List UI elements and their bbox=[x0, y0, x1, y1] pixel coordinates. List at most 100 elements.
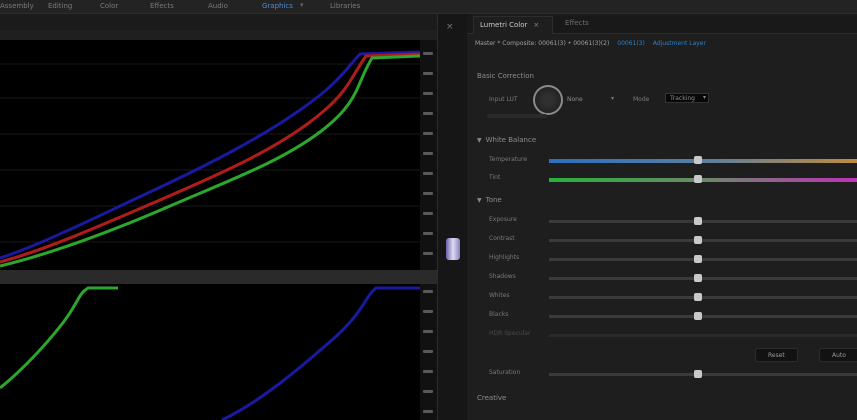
input-lut-value[interactable]: None bbox=[567, 96, 583, 103]
blacks-slider[interactable] bbox=[549, 312, 857, 320]
clip-link-primary[interactable]: 00061(3) bbox=[617, 40, 645, 47]
basic-correction-heading[interactable]: Basic Correction bbox=[477, 72, 534, 80]
clip-link-secondary[interactable]: Adjustment Layer bbox=[653, 40, 706, 47]
temperature-knob[interactable] bbox=[694, 156, 702, 164]
workspace-menu-icon[interactable]: ▾ bbox=[300, 1, 304, 9]
scale-tick bbox=[423, 152, 433, 155]
tab-lumetri-color[interactable]: Lumetri Color × bbox=[473, 16, 553, 34]
white-balance-label: White Balance bbox=[485, 136, 537, 144]
clip-selector[interactable]: Master * Composite: 00061(3) • 00061(3)(… bbox=[475, 40, 857, 52]
highlights-knob[interactable] bbox=[694, 255, 702, 263]
input-lut-label: Input LUT bbox=[489, 96, 518, 103]
panel-close-icon[interactable]: × bbox=[446, 22, 454, 32]
scale-tick bbox=[423, 350, 433, 353]
scale-tick bbox=[423, 310, 433, 313]
tone-label: Tone bbox=[485, 196, 502, 204]
auto-button[interactable]: Auto bbox=[819, 348, 857, 362]
shadows-label: Shadows bbox=[489, 273, 516, 280]
scale-tick bbox=[423, 410, 433, 413]
whites-knob[interactable] bbox=[694, 293, 702, 301]
scale-tick bbox=[423, 232, 433, 235]
tint-knob[interactable] bbox=[694, 175, 702, 183]
saturation-slider[interactable] bbox=[549, 370, 857, 378]
scale-tick bbox=[423, 72, 433, 75]
panel-resize-handle[interactable] bbox=[446, 238, 460, 260]
dropdown-icon[interactable]: ▾ bbox=[611, 95, 614, 102]
scopes-panel bbox=[0, 14, 437, 420]
tone-heading[interactable]: ▼ Tone bbox=[477, 196, 502, 204]
workspace-tab-editing[interactable]: Editing bbox=[48, 2, 72, 10]
scale-tick bbox=[423, 192, 433, 195]
workspace-tab-libraries[interactable]: Libraries bbox=[330, 2, 360, 10]
blacks-knob[interactable] bbox=[694, 312, 702, 320]
scope-divider[interactable] bbox=[0, 270, 437, 284]
white-balance-heading[interactable]: ▼ White Balance bbox=[477, 136, 536, 144]
whites-label: Whites bbox=[489, 292, 510, 299]
highlights-label: Highlights bbox=[489, 254, 520, 261]
scale-tick bbox=[423, 390, 433, 393]
scale-tick bbox=[423, 370, 433, 373]
contrast-label: Contrast bbox=[489, 235, 515, 242]
tab-label: Lumetri Color bbox=[480, 21, 528, 29]
tab-effects[interactable]: Effects bbox=[565, 19, 589, 27]
exposure-slider[interactable] bbox=[549, 217, 857, 225]
scale-tick bbox=[423, 212, 433, 215]
clip-master-label[interactable]: Master * Composite: 00061(3) • 00061(3)(… bbox=[475, 40, 609, 47]
green-secondary-curve bbox=[0, 286, 118, 390]
mode-value: Tracking bbox=[670, 95, 695, 102]
blue-channel-curve bbox=[0, 50, 420, 260]
workspace-tab-graphics[interactable]: Graphics bbox=[262, 2, 293, 10]
scale-tick bbox=[423, 92, 433, 95]
saturation-knob[interactable] bbox=[694, 370, 702, 378]
exposure-label: Exposure bbox=[489, 216, 517, 223]
secondary-curve-scope bbox=[0, 284, 420, 420]
workspace-tab-audio[interactable]: Audio bbox=[208, 2, 228, 10]
blacks-label: Blacks bbox=[489, 311, 509, 318]
contrast-knob[interactable] bbox=[694, 236, 702, 244]
tab-close-icon[interactable]: × bbox=[533, 21, 539, 29]
green-channel-curve bbox=[0, 54, 420, 268]
reset-button[interactable]: Reset bbox=[755, 348, 798, 362]
scale-tick bbox=[423, 252, 433, 255]
scale-tick bbox=[423, 112, 433, 115]
temperature-label: Temperature bbox=[489, 156, 528, 163]
panel-gutter: × bbox=[437, 14, 467, 420]
workspace-tab-effects[interactable]: Effects bbox=[150, 2, 174, 10]
scale-tick bbox=[423, 132, 433, 135]
lumetri-color-panel: Lumetri Color × Effects Master * Composit… bbox=[467, 14, 857, 420]
curve-scale-b bbox=[420, 284, 437, 420]
workspace-bar: Assembly Editing Color Effects Audio Gra… bbox=[0, 0, 857, 14]
scale-tick bbox=[423, 330, 433, 333]
hdr-specular-slider bbox=[549, 334, 857, 337]
disabled-row bbox=[487, 114, 547, 118]
highlight-ring bbox=[533, 85, 563, 115]
workspace-tab-assembly[interactable]: Assembly bbox=[0, 2, 34, 10]
highlights-slider[interactable] bbox=[549, 255, 857, 263]
saturation-label: Saturation bbox=[489, 369, 521, 376]
temperature-slider[interactable] bbox=[549, 156, 857, 164]
shadows-slider[interactable] bbox=[549, 274, 857, 282]
curve-scale-a bbox=[420, 40, 437, 270]
rgb-curve-graph bbox=[0, 50, 420, 268]
panel-tabs: Lumetri Color × Effects bbox=[467, 14, 857, 34]
blue-secondary-curve bbox=[221, 286, 420, 420]
mode-dropdown-icon: ▾ bbox=[702, 94, 706, 101]
shadows-knob[interactable] bbox=[694, 274, 702, 282]
tint-label: Tint bbox=[489, 174, 501, 181]
red-channel-curve bbox=[0, 52, 420, 264]
workspace-tab-color[interactable]: Color bbox=[100, 2, 118, 10]
secondary-curve-graph bbox=[0, 286, 420, 420]
hdr-specular-label: HDR Specular bbox=[489, 330, 531, 337]
scale-tick bbox=[423, 290, 433, 293]
mode-select[interactable]: Tracking ▾ bbox=[665, 93, 709, 103]
exposure-knob[interactable] bbox=[694, 217, 702, 225]
disclosure-icon: ▼ bbox=[477, 197, 482, 204]
mode-label: Mode bbox=[633, 96, 650, 103]
whites-slider[interactable] bbox=[549, 293, 857, 301]
tint-slider[interactable] bbox=[549, 175, 857, 183]
rgb-curve-scope bbox=[0, 40, 420, 270]
disclosure-icon: ▼ bbox=[477, 137, 482, 144]
scale-tick bbox=[423, 172, 433, 175]
creative-heading[interactable]: Creative bbox=[477, 394, 506, 402]
contrast-slider[interactable] bbox=[549, 236, 857, 244]
